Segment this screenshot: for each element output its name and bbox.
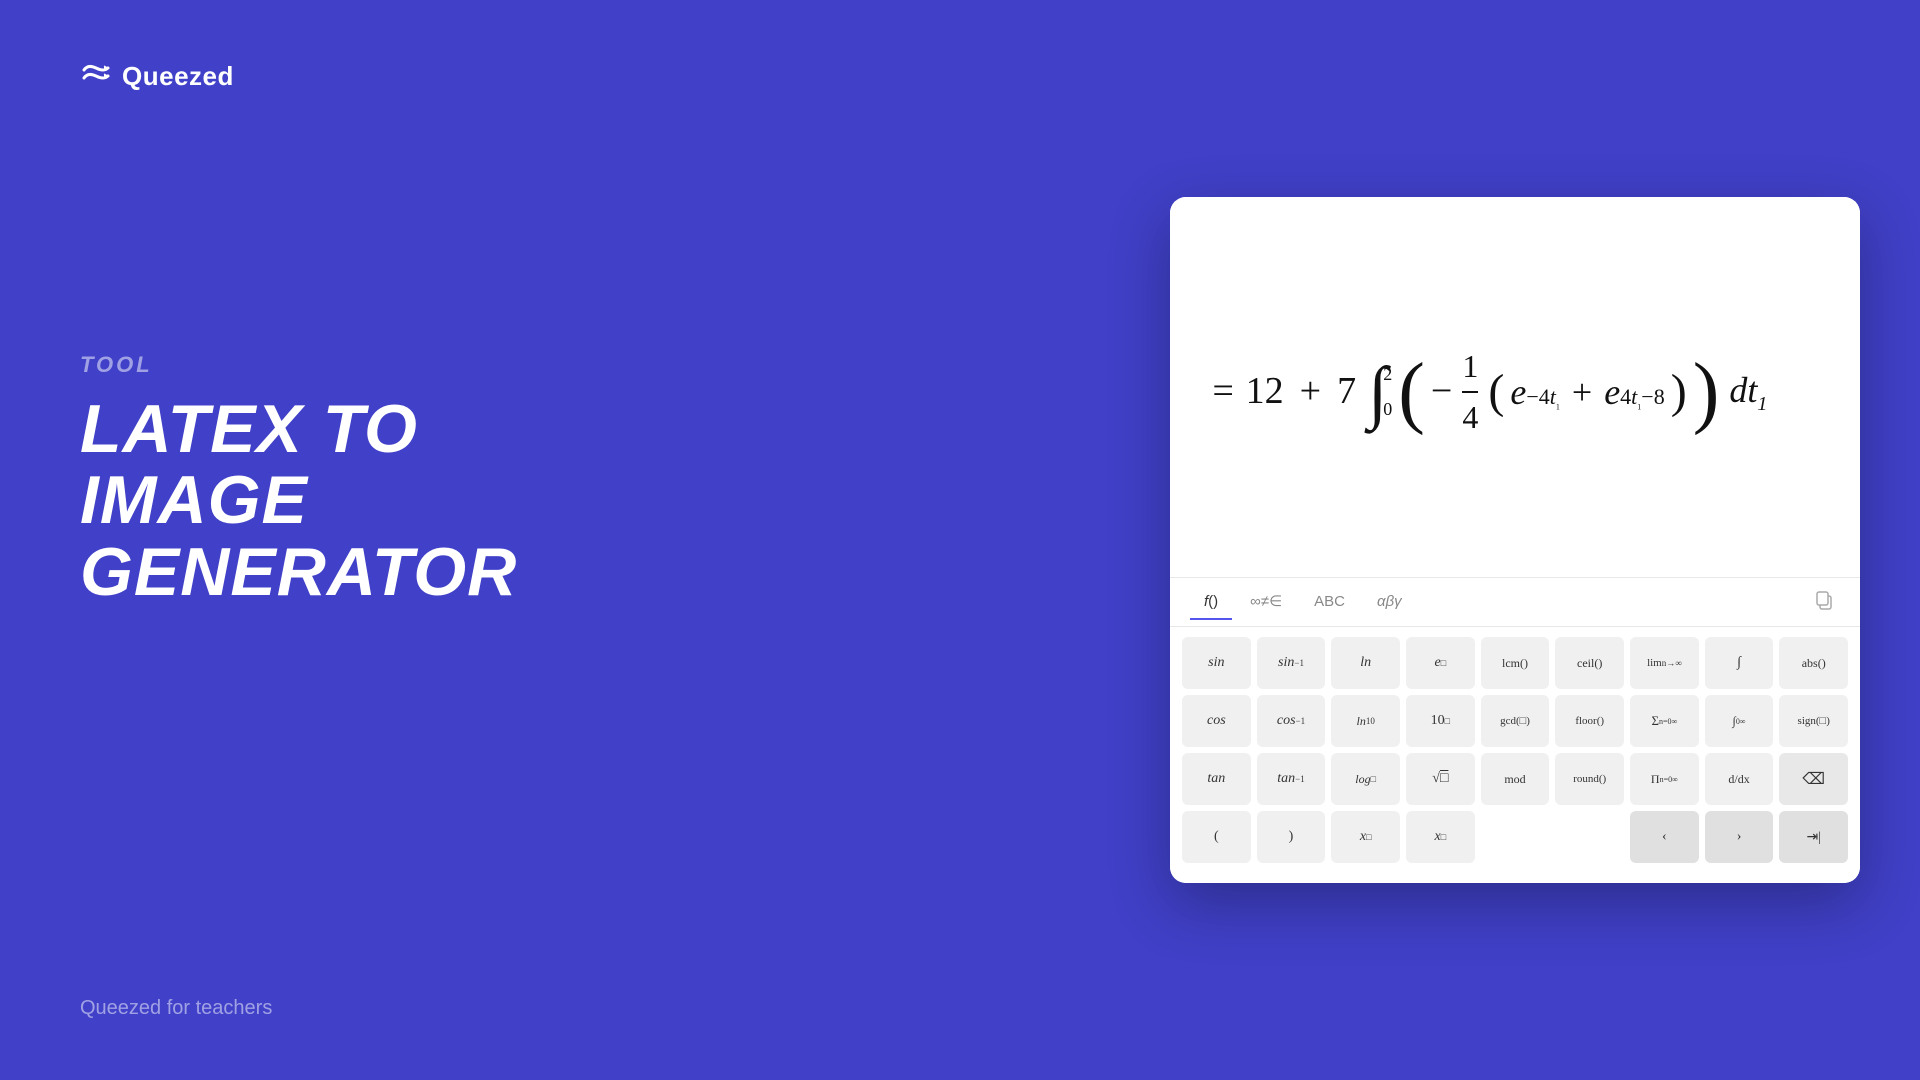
key-sin[interactable]: sin [1182, 637, 1251, 689]
key-empty-2 [1555, 811, 1624, 863]
key-arccos[interactable]: cos−1 [1257, 695, 1326, 747]
key-empty-1 [1481, 811, 1550, 863]
key-backspace[interactable]: ⌫ [1779, 753, 1848, 805]
key-defintegral[interactable]: ∫0∞ [1705, 695, 1774, 747]
key-exp[interactable]: e□ [1406, 637, 1475, 689]
plus-inner: + [1572, 367, 1592, 417]
key-ln[interactable]: ln [1331, 637, 1400, 689]
key-row-1: sin sin−1 ln e□ lcm() ceil() limn→∞ ∫ ab… [1182, 637, 1848, 689]
integral: ∫ 2 0 [1368, 361, 1392, 424]
key-row-2: cos cos−1 ln10 10□ gcd(□) floor() Σn=0∞ … [1182, 695, 1848, 747]
copy-button[interactable] [1808, 584, 1840, 621]
minus-sign: − [1431, 365, 1452, 418]
math-formula: = 12 + 7 ∫ 2 0 ( − 1 4 ( e [1210, 344, 1767, 440]
formula-display: = 12 + 7 ∫ 2 0 ( − 1 4 ( e [1170, 197, 1860, 577]
tab-greek[interactable]: αβγ [1363, 585, 1416, 620]
key-lcm[interactable]: lcm() [1481, 637, 1550, 689]
key-log10[interactable]: ln10 [1331, 695, 1400, 747]
key-right[interactable]: › [1705, 811, 1774, 863]
key-xsup[interactable]: x□ [1331, 811, 1400, 863]
key-log[interactable]: log□ [1331, 753, 1400, 805]
exp-term-1: e −4t1 [1510, 367, 1560, 417]
tagline: Queezed for teachers [80, 997, 580, 1020]
key-lim[interactable]: limn→∞ [1630, 637, 1699, 689]
num-7: 7 [1337, 365, 1356, 418]
key-product[interactable]: Πn=0∞ [1630, 753, 1699, 805]
logo-icon [80, 60, 112, 92]
key-cos[interactable]: cos [1182, 695, 1251, 747]
inner-left-paren: ( [1488, 358, 1504, 425]
logo-area: Queezed [80, 60, 580, 92]
tab-bar: f() ∞≠∈ ABC αβγ [1170, 577, 1860, 627]
key-abs[interactable]: abs() [1779, 637, 1848, 689]
key-sum[interactable]: Σn=0∞ [1630, 695, 1699, 747]
key-xsub[interactable]: x□ [1406, 811, 1475, 863]
key-sign[interactable]: sign(□) [1779, 695, 1848, 747]
num-12: 12 [1246, 365, 1284, 418]
key-row-3: tan tan−1 log□ √□ mod round() Πn=0∞ d/dx… [1182, 753, 1848, 805]
key-gcd[interactable]: gcd(□) [1481, 695, 1550, 747]
key-ceil[interactable]: ceil() [1555, 637, 1624, 689]
key-integral[interactable]: ∫ [1705, 637, 1774, 689]
exp-term-2: e 4t1−8 [1604, 367, 1665, 417]
key-arcsin[interactable]: sin−1 [1257, 637, 1326, 689]
inner-right-paren: ) [1671, 358, 1687, 425]
key-tab[interactable]: ⇥| [1779, 811, 1848, 863]
tab-fx[interactable]: f() [1190, 585, 1232, 620]
key-row-4: ( ) x□ x□ ‹ › ⇥| [1182, 811, 1848, 863]
key-mod[interactable]: mod [1481, 753, 1550, 805]
key-sqrt[interactable]: √□ [1406, 753, 1475, 805]
equals-sign: = [1210, 365, 1236, 418]
key-tan[interactable]: tan [1182, 753, 1251, 805]
calculator-card: = 12 + 7 ∫ 2 0 ( − 1 4 ( e [1170, 197, 1860, 883]
tool-label: TOOL [80, 352, 580, 378]
integral-symbol: ∫ [1368, 361, 1387, 424]
left-paren-big: ( [1398, 358, 1425, 426]
tab-symbols[interactable]: ∞≠∈ [1236, 584, 1296, 620]
key-floor[interactable]: floor() [1555, 695, 1624, 747]
key-lparen[interactable]: ( [1182, 811, 1251, 863]
tab-abc[interactable]: ABC [1300, 585, 1359, 620]
key-left[interactable]: ‹ [1630, 811, 1699, 863]
plus-sign: + [1300, 365, 1321, 418]
logo-text: Queezed [122, 61, 234, 92]
left-panel: Queezed TOOL LATEX TO IMAGE GENERATOR Qu… [0, 0, 660, 1080]
key-round[interactable]: round() [1555, 753, 1624, 805]
dt-term: dt1 [1729, 365, 1767, 418]
key-arctan[interactable]: tan−1 [1257, 753, 1326, 805]
keyboard: sin sin−1 ln e□ lcm() ceil() limn→∞ ∫ ab… [1170, 627, 1860, 883]
key-rparen[interactable]: ) [1257, 811, 1326, 863]
right-paren-big: ) [1693, 358, 1720, 426]
tool-title: LATEX TO IMAGE GENERATOR [80, 394, 580, 608]
copy-icon [1814, 590, 1834, 610]
key-derivative[interactable]: d/dx [1705, 753, 1774, 805]
key-10x[interactable]: 10□ [1406, 695, 1475, 747]
fraction-1-4: 1 4 [1462, 344, 1478, 440]
